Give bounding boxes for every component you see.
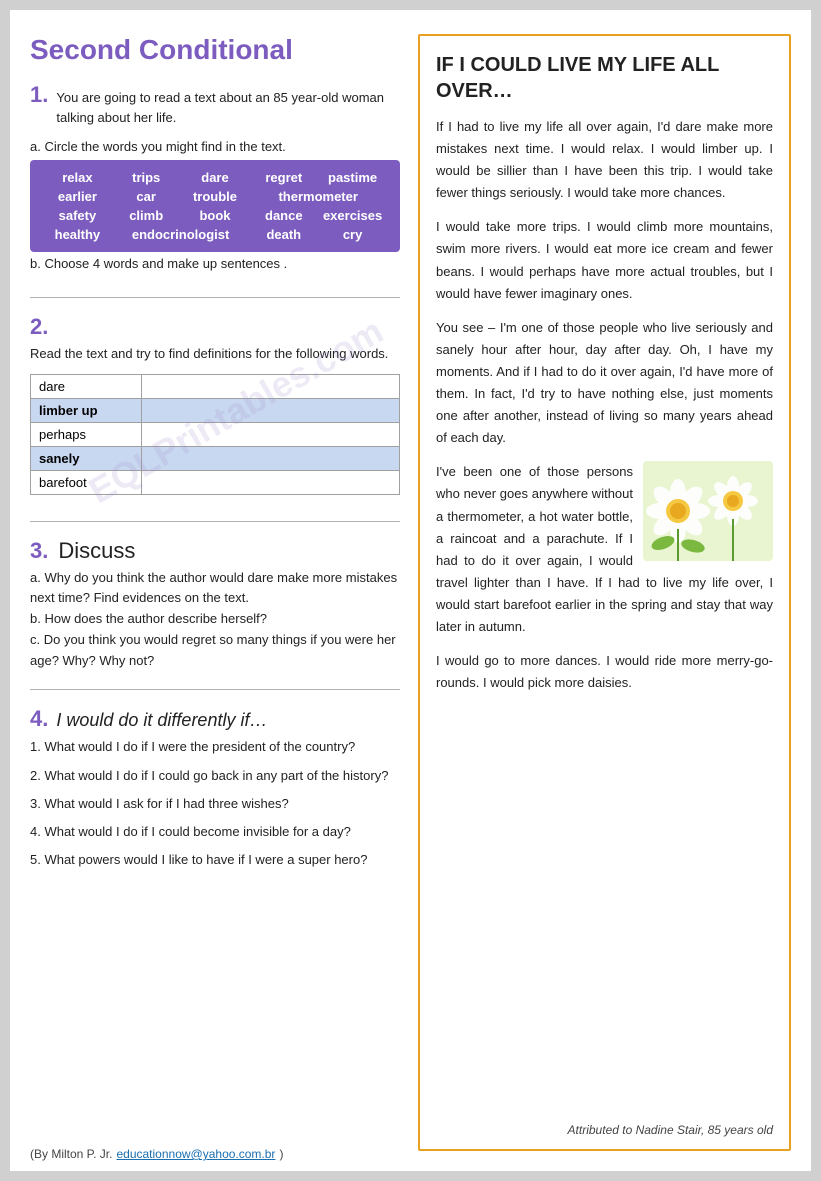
discuss-q2: b. How does the author describe herself? bbox=[30, 609, 400, 630]
section4-title: I would do it differently if… bbox=[56, 710, 267, 731]
word-regret: regret bbox=[250, 170, 317, 185]
left-column: Second Conditional 1. You are going to r… bbox=[30, 34, 400, 1151]
word-relax: relax bbox=[44, 170, 111, 185]
def-word-limber: limber up bbox=[31, 398, 142, 422]
s4-q4: 4. What would I do if I could become inv… bbox=[30, 821, 400, 843]
s4-q1: 1. What would I do if I were the preside… bbox=[30, 736, 400, 758]
flower-image bbox=[643, 461, 773, 561]
section2: 2. Read the text and try to find definit… bbox=[30, 314, 400, 364]
word-trips: trips bbox=[113, 170, 180, 185]
section3-number: 3. bbox=[30, 538, 48, 564]
word-thermometer: thermometer bbox=[250, 189, 386, 204]
article-para5: I would go to more dances. I would ride … bbox=[436, 650, 773, 694]
def-blank-dare bbox=[141, 374, 399, 398]
page: Second Conditional 1. You are going to r… bbox=[10, 10, 811, 1171]
def-word-barefoot: barefoot bbox=[31, 470, 142, 494]
main-title: Second Conditional bbox=[30, 34, 400, 66]
article-para3: You see – I'm one of those people who li… bbox=[436, 317, 773, 450]
section1-text: You are going to read a text about an 85… bbox=[56, 88, 400, 127]
divider2 bbox=[30, 521, 400, 522]
article-attribution: Attributed to Nadine Stair, 85 years old bbox=[436, 1113, 773, 1137]
s4-q2: 2. What would I do if I could go back in… bbox=[30, 765, 400, 787]
def-word-dare: dare bbox=[31, 374, 142, 398]
def-row-sanely: sanely bbox=[31, 446, 400, 470]
section2-text: Read the text and try to find definition… bbox=[30, 344, 388, 364]
footer-email[interactable]: educationnow@yahoo.com.br bbox=[116, 1147, 275, 1161]
def-row-perhaps: perhaps bbox=[31, 422, 400, 446]
word-climb: climb bbox=[113, 208, 180, 223]
definitions-table: dare limber up perhaps sanely barefoot bbox=[30, 374, 400, 495]
divider3 bbox=[30, 689, 400, 690]
word-dance: dance bbox=[250, 208, 317, 223]
divider1 bbox=[30, 297, 400, 298]
discuss-q1: a. Why do you think the author would dar… bbox=[30, 568, 400, 610]
def-row-limber: limber up bbox=[31, 398, 400, 422]
discuss-q3: c. Do you think you would regret so many… bbox=[30, 630, 400, 672]
def-word-sanely: sanely bbox=[31, 446, 142, 470]
section3-title: Discuss bbox=[58, 538, 135, 564]
word-healthy: healthy bbox=[44, 227, 111, 242]
footer: (By Milton P. Jr. educationnow@yahoo.com… bbox=[30, 1147, 791, 1161]
def-word-perhaps: perhaps bbox=[31, 422, 142, 446]
def-row-barefoot: barefoot bbox=[31, 470, 400, 494]
word-safety: safety bbox=[44, 208, 111, 223]
section1: 1. You are going to read a text about an… bbox=[30, 82, 400, 129]
def-blank-perhaps bbox=[141, 422, 399, 446]
footer-closing: ) bbox=[279, 1147, 283, 1161]
article-title: IF I COULD LIVE MY LIFE ALL OVER… bbox=[436, 52, 773, 104]
right-column: IF I COULD LIVE MY LIFE ALL OVER… If I h… bbox=[418, 34, 791, 1151]
word-car: car bbox=[113, 189, 180, 204]
word-dare: dare bbox=[182, 170, 249, 185]
section3: 3. Discuss a. Why do you think the autho… bbox=[30, 538, 400, 672]
section4: 4. I would do it differently if… 1. What… bbox=[30, 706, 400, 876]
discuss-questions: a. Why do you think the author would dar… bbox=[30, 568, 400, 672]
section4-questions: 1. What would I do if I were the preside… bbox=[30, 736, 400, 870]
part-a: a. Circle the words you might find in th… bbox=[30, 139, 400, 279]
s4-q3: 3. What would I ask for if I had three w… bbox=[30, 793, 400, 815]
def-blank-sanely bbox=[141, 446, 399, 470]
word-exercises: exercises bbox=[319, 208, 386, 223]
section4-number: 4. bbox=[30, 706, 48, 732]
def-row-dare: dare bbox=[31, 374, 400, 398]
part-b-label: b. Choose 4 words and make up sentences … bbox=[30, 256, 400, 271]
word-cry: cry bbox=[319, 227, 386, 242]
word-death: death bbox=[250, 227, 317, 242]
article-body: If I had to live my life all over again,… bbox=[436, 116, 773, 706]
section1-number: 1. bbox=[30, 82, 48, 108]
word-book: book bbox=[182, 208, 249, 223]
article-para2: I would take more trips. I would climb m… bbox=[436, 216, 773, 304]
word-earlier: earlier bbox=[44, 189, 111, 204]
word-endocrinologist: endocrinologist bbox=[113, 227, 249, 242]
def-blank-barefoot bbox=[141, 470, 399, 494]
part-a-label: a. Circle the words you might find in th… bbox=[30, 139, 400, 154]
article-para1: If I had to live my life all over again,… bbox=[436, 116, 773, 204]
def-blank-limber bbox=[141, 398, 399, 422]
footer-text: (By Milton P. Jr. bbox=[30, 1147, 112, 1161]
section2-number: 2. bbox=[30, 314, 48, 340]
s4-q5: 5. What powers would I like to have if I… bbox=[30, 849, 400, 871]
word-trouble: trouble bbox=[182, 189, 249, 204]
word-box: relax trips dare regret pastime earlier … bbox=[30, 160, 400, 252]
word-pastime: pastime bbox=[319, 170, 386, 185]
